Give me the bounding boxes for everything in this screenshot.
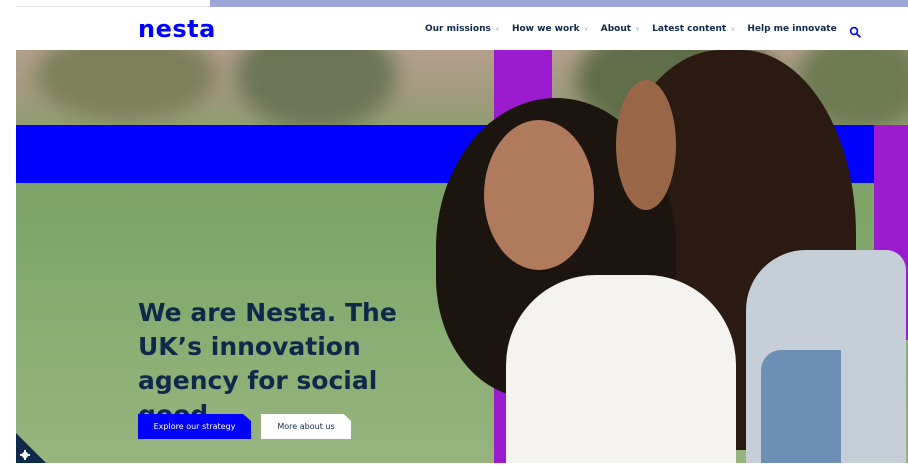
nav-item-how-we-work[interactable]: How we work ∨ <box>512 24 589 34</box>
nav-item-label: Help me innovate <box>747 24 837 34</box>
woman-face-shape <box>484 120 594 270</box>
background-foliage <box>236 50 396 130</box>
search-icon[interactable] <box>849 23 861 38</box>
denim-sleeve-shape <box>761 350 841 463</box>
woman-shirt-shape <box>506 275 736 463</box>
nav-item-about[interactable]: About ∨ <box>601 24 640 34</box>
nav-item-label: Latest content <box>652 24 727 34</box>
chevron-down-icon: ∨ <box>583 25 589 33</box>
site-header: nesta Our missions ∨ How we work ∨ About… <box>0 7 908 50</box>
chevron-down-icon: ∨ <box>730 25 736 33</box>
chevron-down-icon: ∨ <box>494 25 500 33</box>
hero-headline: We are Nesta. The UK’s innovation agency… <box>138 298 397 429</box>
nav-item-label: How we work <box>511 24 580 34</box>
nav-item-help-me-innovate[interactable]: Help me innovate <box>747 24 836 34</box>
girl-face-shape <box>616 80 676 210</box>
nesta-logo[interactable]: nesta <box>138 15 216 43</box>
background-foliage <box>36 50 216 120</box>
nav-item-label: Our missions <box>425 24 491 34</box>
hero-banner: We are Nesta. The UK’s innovation agency… <box>16 50 908 463</box>
cookie-settings-button[interactable] <box>16 433 46 463</box>
nav-item-our-missions[interactable]: Our missions ∨ <box>425 24 500 34</box>
main-nav: Our missions ∨ How we work ∨ About ∨ Lat… <box>425 23 861 38</box>
nav-item-label: About <box>600 24 632 34</box>
explore-strategy-button[interactable]: Explore our strategy <box>138 414 251 439</box>
nav-item-latest-content[interactable]: Latest content ∨ <box>652 24 735 34</box>
strip-fill <box>210 0 908 7</box>
chevron-down-icon: ∨ <box>635 25 641 33</box>
top-accent-strip <box>0 0 908 7</box>
more-about-us-button[interactable]: More about us <box>261 414 351 439</box>
